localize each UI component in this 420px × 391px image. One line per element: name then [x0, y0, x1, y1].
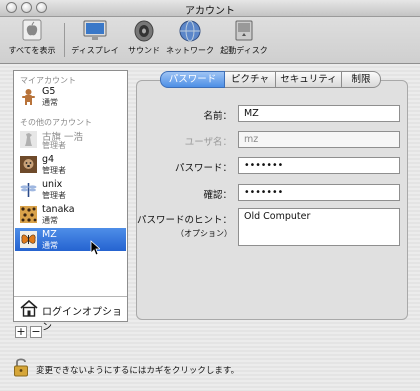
network-globe-icon: [179, 20, 201, 42]
short-name-field: mz: [238, 131, 400, 148]
dragonfly-avatar-icon: [20, 183, 37, 197]
chess-avatar-icon: [20, 131, 37, 148]
display-icon: [83, 20, 107, 40]
account-name: unix: [42, 179, 63, 190]
password-label: パスワード：: [174, 163, 232, 174]
gingerbread-avatar-icon: [22, 89, 35, 105]
verify-field[interactable]: •••••••: [238, 184, 400, 201]
account-row-tanaka[interactable]: tanaka 通常: [15, 203, 126, 226]
startup-disk-icon: [235, 20, 253, 41]
butterfly-avatar-icon: [20, 231, 37, 248]
account-role: 通常: [42, 98, 58, 107]
account-role: 通常: [42, 241, 58, 250]
login-options-label: ログインオプション: [42, 307, 122, 333]
account-row-mz[interactable]: MZ 通常: [15, 228, 126, 251]
dog-avatar-icon: [20, 156, 37, 173]
account-name: G5: [42, 86, 56, 97]
speaker-icon: [134, 20, 154, 42]
remove-account-button[interactable]: −: [30, 326, 42, 338]
short-name-label: ユーザ名：: [184, 137, 232, 148]
toolbar-network-label: ネットワーク: [166, 46, 214, 55]
login-options-button[interactable]: ログインオプション: [14, 296, 127, 333]
lock-instruction-text: 変更できないようにするにはカギをクリックします。: [36, 366, 240, 376]
name-field[interactable]: MZ: [238, 105, 400, 122]
toolbar-network-button[interactable]: ネットワーク: [164, 19, 216, 56]
toolbar-startup-disk-button[interactable]: 起動ディスク: [218, 19, 270, 56]
hint-optional-label: （オプション）: [176, 229, 232, 238]
toolbar: すべてを表示 ディスプレイ サウンド ネットワーク 起動ディスク: [0, 17, 420, 64]
window-title: アカウント: [185, 6, 235, 17]
tab-password[interactable]: パスワード: [160, 71, 225, 88]
tab-picture[interactable]: ピクチャ: [225, 71, 276, 88]
toolbar-startup-disk-label: 起動ディスク: [220, 46, 268, 55]
account-name: g4: [42, 154, 55, 165]
name-label: 名前：: [203, 111, 232, 122]
hint-label: パスワードのヒント：: [136, 215, 232, 226]
preferences-window: アカウント すべてを表示 ディスプレイ サウンド ネットワーク 起動ディスク マ…: [0, 0, 420, 391]
leopard-pattern-avatar-icon: [20, 206, 37, 223]
settings-tabs: パスワード ピクチャ セキュリティ 制限: [160, 71, 381, 88]
password-hint-field[interactable]: Old Computer: [238, 208, 400, 246]
toolbar-sound-button[interactable]: サウンド: [124, 19, 164, 56]
toolbar-display-label: ディスプレイ: [71, 46, 119, 55]
toolbar-show-all-label: すべてを表示: [8, 46, 56, 55]
account-role: 通常: [42, 216, 58, 225]
lock-icon[interactable]: [13, 357, 29, 377]
tab-security[interactable]: セキュリティ: [276, 71, 342, 88]
other-accounts-header: その他のアカウント: [20, 118, 92, 127]
title-bar: アカウント: [0, 0, 420, 17]
account-name: MZ: [42, 229, 57, 240]
toolbar-separator: [64, 23, 65, 57]
account-row-furuhata[interactable]: 古旗 一浩 管理者: [15, 128, 126, 151]
tab-restrictions[interactable]: 制限: [342, 71, 381, 88]
account-row-g5[interactable]: G5 通常: [15, 85, 126, 108]
toolbar-show-all-button[interactable]: すべてを表示: [6, 19, 58, 56]
account-role: 管理者: [42, 141, 66, 150]
account-row-unix[interactable]: unix 管理者: [15, 178, 126, 201]
accounts-list: マイアカウント G5 通常 その他のアカウント 古旗 一浩 管理者 g4 管理者…: [13, 70, 128, 333]
apple-show-all-icon: [22, 19, 42, 41]
mouse-cursor-icon: [90, 240, 100, 256]
toolbar-display-button[interactable]: ディスプレイ: [70, 19, 120, 56]
verify-label: 確認：: [203, 190, 232, 201]
account-role: 管理者: [42, 166, 66, 175]
account-name: tanaka: [42, 204, 75, 215]
account-role: 管理者: [42, 191, 66, 200]
password-field[interactable]: •••••••: [238, 157, 400, 174]
house-icon: [20, 300, 38, 317]
add-account-button[interactable]: +: [15, 326, 27, 338]
account-row-g4[interactable]: g4 管理者: [15, 153, 126, 176]
toolbar-sound-label: サウンド: [128, 46, 160, 55]
